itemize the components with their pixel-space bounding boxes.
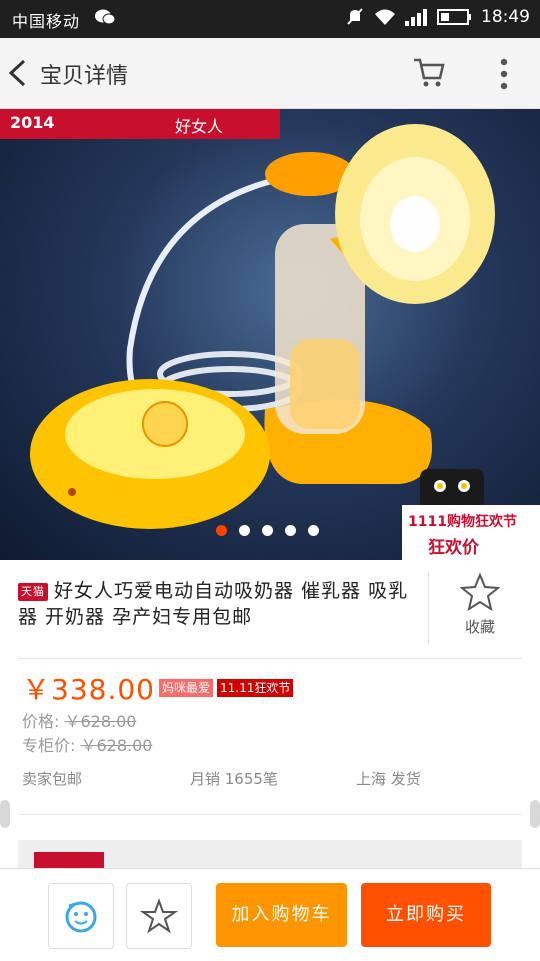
original-price: 价格: ￥628.00 [22,708,137,732]
monthly-sales: 月销 1655笔 [190,770,278,788]
favorite-shop-button[interactable] [126,883,192,949]
divider [18,814,522,815]
status-bar: 中国移动 18:49 [0,0,540,38]
ship-origin: 上海 发货 [356,770,421,788]
cart-icon[interactable] [412,56,446,90]
signal-icon [405,9,427,26]
tmall-store-badge: 天猫 [18,583,48,601]
product-image-carousel[interactable]: 2014 好女人 1111购物狂欢节 狂欢价 [0,109,540,560]
carousel-indicator [216,525,319,536]
page-title: 宝贝详情 [40,64,129,89]
clock: 18:49 [481,7,530,27]
mute-icon [347,8,363,25]
tmall-1111-badge: 1111购物狂欢节 狂欢价 [402,469,540,560]
carousel-dot[interactable] [308,525,319,536]
product-title-text: 好女人巧爱电动自动吸奶器 催乳器 吸乳器 开奶器 孕产妇专用包邮 [18,580,409,628]
brand-banner: 2014 好女人 [0,109,280,139]
original-price-value: ￥628.00 [64,712,137,731]
carrier-label: 中国移动 [12,12,81,31]
bottom-action-bar: 加入购物车 立即购买 [0,868,540,961]
price-row: ￥338.00 妈咪最爱 11.11狂欢节 [22,668,294,708]
scroll-handle-left [0,800,10,828]
battery-icon [437,9,471,25]
counter-price: 专柜价: ￥628.00 [22,732,153,756]
current-price: ￥338.00 [22,673,155,706]
nav-bar: 宝贝详情 [0,38,540,109]
divider [428,572,429,644]
add-to-cart-button[interactable]: 加入购物车 [216,883,347,947]
back-arrow-icon[interactable] [6,58,30,88]
original-price-label: 价格: [22,712,60,731]
carousel-dot[interactable] [285,525,296,536]
badge-line2: 狂欢价 [428,538,479,558]
customer-service-button[interactable] [48,883,114,949]
star-icon [139,898,179,934]
counter-price-value: ￥628.00 [80,736,153,755]
divider [18,658,522,659]
badge-line1: 1111购物狂欢节 [408,514,517,530]
product-title: 天猫 好女人巧爱电动自动吸奶器 催乳器 吸乳器 开奶器 孕产妇专用包邮 [18,578,413,630]
favorite-label: 收藏 [464,618,495,636]
wifi-icon [375,9,395,25]
wechat-icon [95,9,116,25]
brand-logo: 好女人 [175,117,224,136]
shipping-info: 卖家包邮 [22,770,83,788]
star-icon [460,572,500,612]
promo-tag: 妈咪最爱 [158,679,213,697]
favorite-button[interactable]: 收藏 [440,572,520,644]
carousel-dot[interactable] [262,525,273,536]
carousel-dot[interactable] [239,525,250,536]
chat-face-icon [65,901,97,933]
cat-eyes-icon [434,480,470,492]
more-options-icon[interactable] [496,56,512,92]
carousel-dot[interactable] [216,525,227,536]
scroll-handle-right [530,800,540,828]
counter-price-label: 专柜价: [22,736,76,755]
brand-tag: 2014 [10,113,55,132]
promo-tag: 11.11狂欢节 [217,679,294,697]
buy-now-button[interactable]: 立即购买 [361,883,491,947]
